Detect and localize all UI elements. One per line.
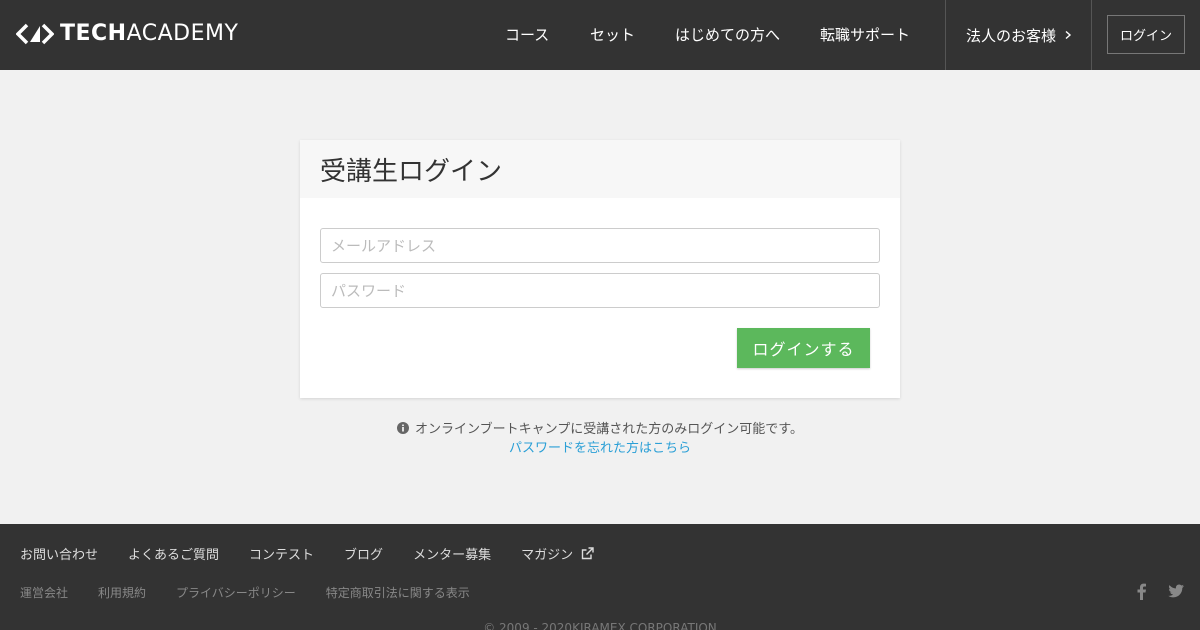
email-field[interactable] bbox=[320, 228, 880, 263]
external-link-icon bbox=[581, 547, 594, 560]
nav-set[interactable]: セット bbox=[590, 0, 635, 70]
techacademy-logo[interactable]: TECHACADEMY bbox=[16, 20, 238, 48]
login-card-header: 受講生ログイン bbox=[300, 140, 900, 198]
password-field[interactable] bbox=[320, 273, 880, 308]
nav-career-support[interactable]: 転職サポート bbox=[820, 0, 910, 70]
footer-links: お問い合わせ よくあるご質問 コンテスト ブログ メンター募集 マガジン bbox=[20, 544, 624, 563]
header-login-button[interactable]: ログイン bbox=[1107, 15, 1185, 54]
footer-link-contest[interactable]: コンテスト bbox=[249, 544, 314, 563]
footer-link-company[interactable]: 運営会社 bbox=[20, 584, 68, 601]
footer-link-commerce-law[interactable]: 特定商取引法に関する表示 bbox=[326, 584, 470, 601]
site-header: TECHACADEMY コース セット はじめての方へ 転職サポート 法人のお客… bbox=[0, 0, 1200, 70]
techacademy-logo-icon bbox=[16, 23, 54, 45]
info-circle-icon bbox=[397, 422, 410, 434]
footer-link-magazine-label: マガジン bbox=[521, 548, 574, 563]
nav-course[interactable]: コース bbox=[505, 0, 549, 70]
footer-link-faq[interactable]: よくあるご質問 bbox=[128, 544, 219, 563]
site-footer: お問い合わせ よくあるご質問 コンテスト ブログ メンター募集 マガジン 運営会… bbox=[0, 524, 1200, 630]
footer-link-blog[interactable]: ブログ bbox=[344, 544, 383, 563]
login-card: 受講生ログイン ログインする bbox=[300, 140, 900, 398]
footer-sublinks: 運営会社 利用規約 プライバシーポリシー 特定商取引法に関する表示 bbox=[20, 584, 500, 601]
login-notice-text: オンラインブートキャンプに受講された方のみログイン可能です。 bbox=[415, 422, 803, 437]
nav-first-time[interactable]: はじめての方へ bbox=[675, 0, 780, 70]
footer-link-privacy[interactable]: プライバシーポリシー bbox=[176, 584, 296, 601]
forgot-password-link[interactable]: パスワードを忘れた方はこちら bbox=[0, 437, 1200, 456]
footer-link-magazine[interactable]: マガジン bbox=[521, 544, 594, 563]
login-submit-button[interactable]: ログインする bbox=[737, 328, 870, 368]
nav-corporate-label: 法人のお客様 bbox=[966, 26, 1057, 45]
login-notice: オンラインブートキャンプに受講された方のみログイン可能です。 bbox=[0, 418, 1200, 437]
page-title: 受講生ログイン bbox=[320, 156, 503, 187]
facebook-icon[interactable] bbox=[1133, 582, 1151, 600]
chevron-right-icon bbox=[1065, 31, 1072, 39]
logo-wordmark: TECHACADEMY bbox=[60, 21, 239, 46]
nav-corporate[interactable]: 法人のお客様 bbox=[945, 0, 1092, 70]
twitter-icon[interactable] bbox=[1167, 582, 1185, 600]
copyright: © 2009 - 2020KIRAMEX CORPORATION bbox=[483, 621, 717, 630]
footer-link-contact[interactable]: お問い合わせ bbox=[20, 544, 98, 563]
footer-link-mentor[interactable]: メンター募集 bbox=[413, 544, 491, 563]
footer-link-terms[interactable]: 利用規約 bbox=[98, 584, 146, 601]
